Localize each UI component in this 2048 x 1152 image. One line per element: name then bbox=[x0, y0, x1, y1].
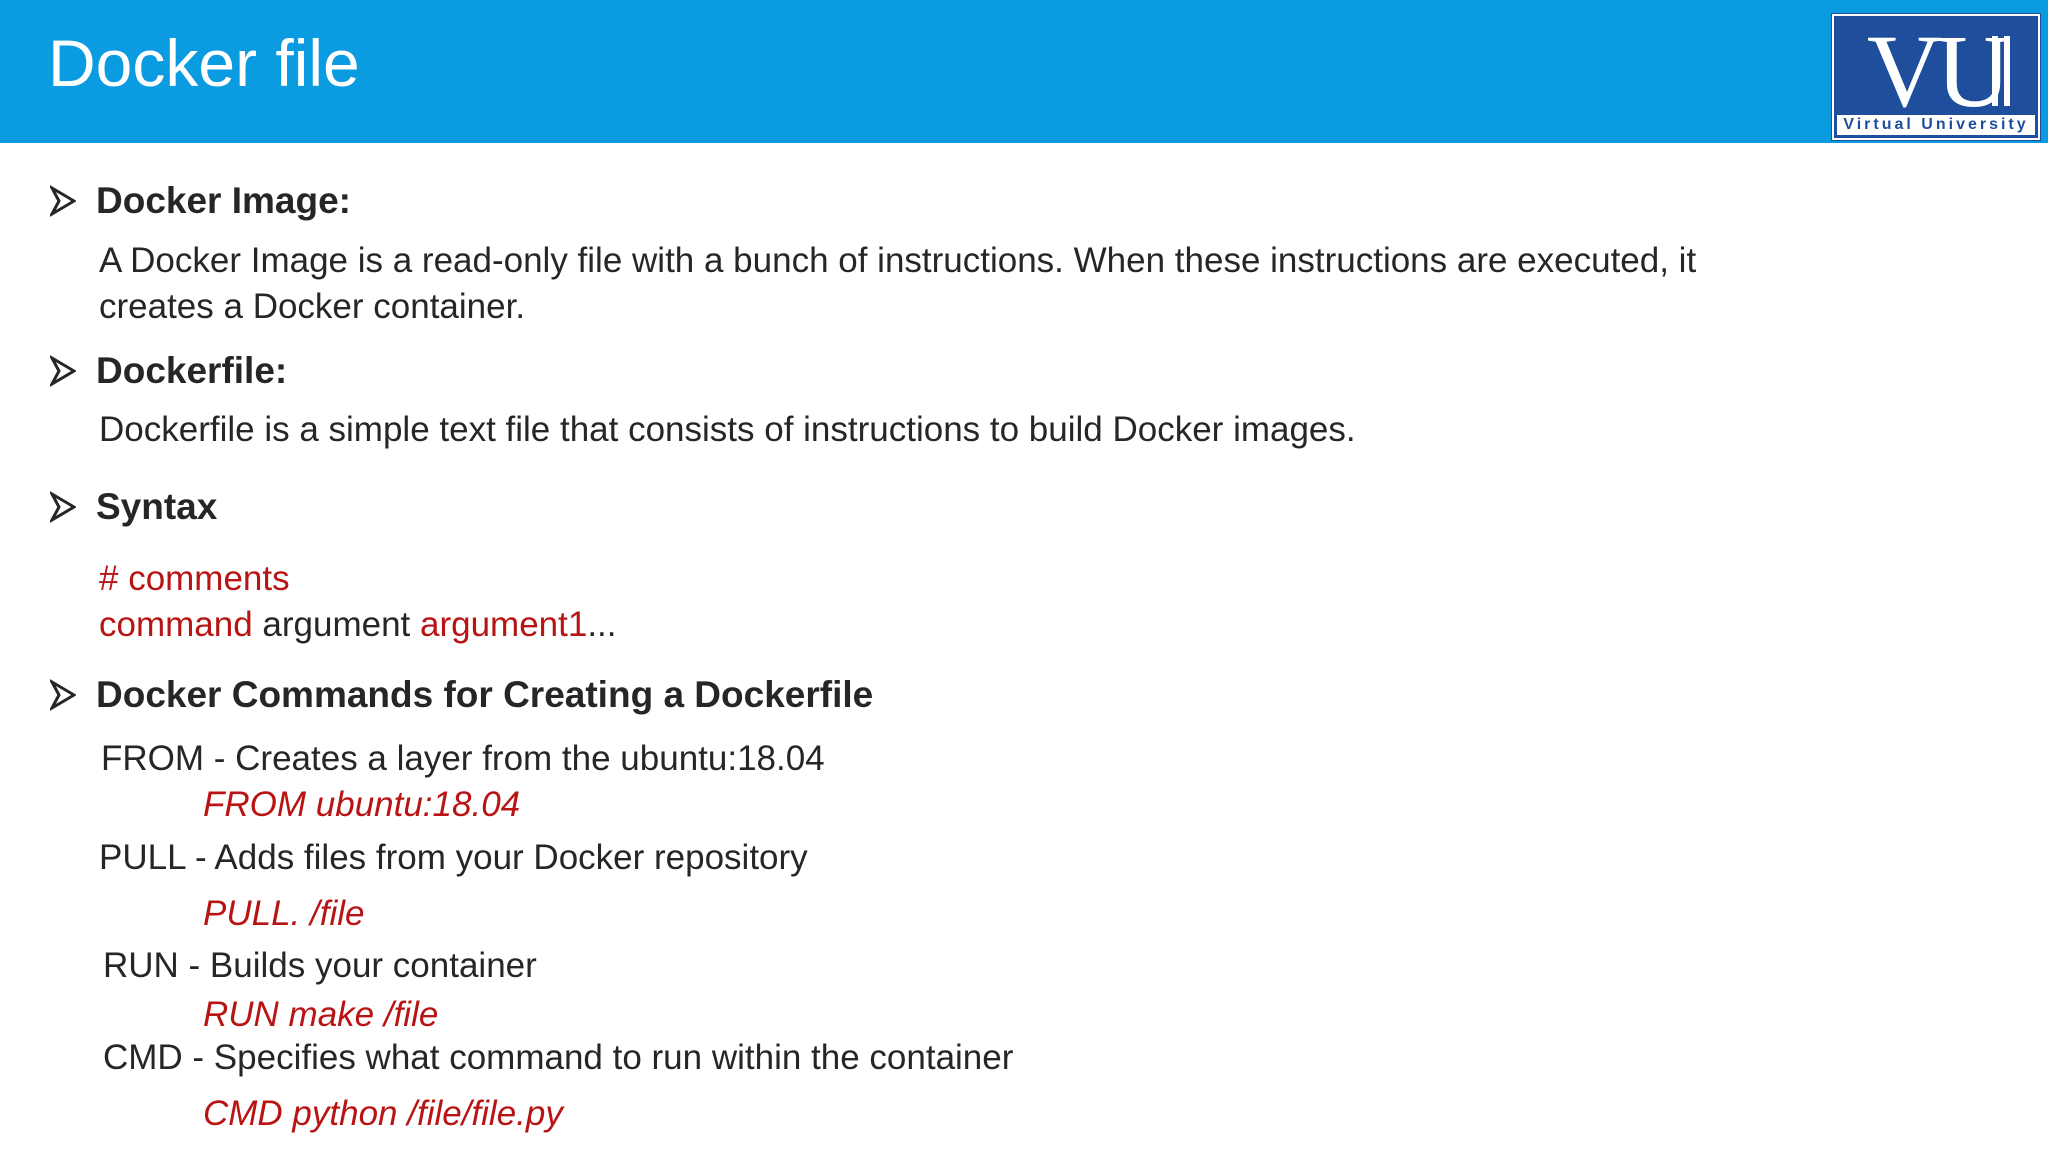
heading-dockerfile: Dockerfile: bbox=[96, 350, 288, 391]
logo-caption: Virtual University bbox=[1837, 115, 2035, 135]
slide-title: Docker file bbox=[48, 26, 360, 100]
syntax-argument1: argument1 bbox=[419, 605, 588, 644]
heading-docker-image: Docker Image: bbox=[96, 180, 351, 221]
arrow-bullet-icon bbox=[50, 491, 76, 523]
dockerfile-body: Dockerfile is a simple text file that co… bbox=[99, 410, 1356, 449]
arrow-bullet-icon bbox=[50, 355, 76, 387]
docker-image-body-line2: creates a Docker container. bbox=[99, 287, 526, 326]
logo-monogram: VU bbox=[1867, 20, 2009, 116]
command-from-description: FROM - Creates a layer from the ubuntu:1… bbox=[101, 739, 825, 778]
syntax-argument: argument bbox=[252, 605, 420, 644]
command-cmd-description: CMD - Specifies what command to run with… bbox=[103, 1038, 1014, 1077]
command-cmd-example: CMD python /file/file.py bbox=[203, 1094, 563, 1133]
command-from-example: FROM ubuntu:18.04 bbox=[203, 785, 521, 824]
syntax-ellipsis: ... bbox=[587, 605, 617, 644]
arrow-bullet-icon bbox=[50, 185, 76, 217]
command-pull-example: PULL. /file bbox=[203, 894, 365, 933]
syntax-command: command bbox=[99, 605, 253, 644]
arrow-bullet-icon bbox=[50, 679, 76, 711]
command-run-example: RUN make /file bbox=[203, 995, 439, 1034]
syntax-comment: # comments bbox=[99, 559, 290, 598]
docker-image-body-line1: A Docker Image is a read-only file with … bbox=[99, 241, 1697, 280]
header-bar: Docker file VU Virtual University bbox=[0, 0, 2048, 143]
vu-monogram-icon: VU bbox=[1867, 20, 2015, 116]
syntax-command-line: command argument argument1... bbox=[99, 602, 617, 648]
heading-syntax: Syntax bbox=[96, 486, 218, 527]
command-pull-description: PULL - Adds files from your Docker repos… bbox=[99, 838, 808, 877]
virtual-university-logo: VU Virtual University bbox=[1831, 13, 2041, 141]
command-run-description: RUN - Builds your container bbox=[103, 946, 537, 985]
heading-docker-commands: Docker Commands for Creating a Dockerfil… bbox=[96, 674, 874, 715]
